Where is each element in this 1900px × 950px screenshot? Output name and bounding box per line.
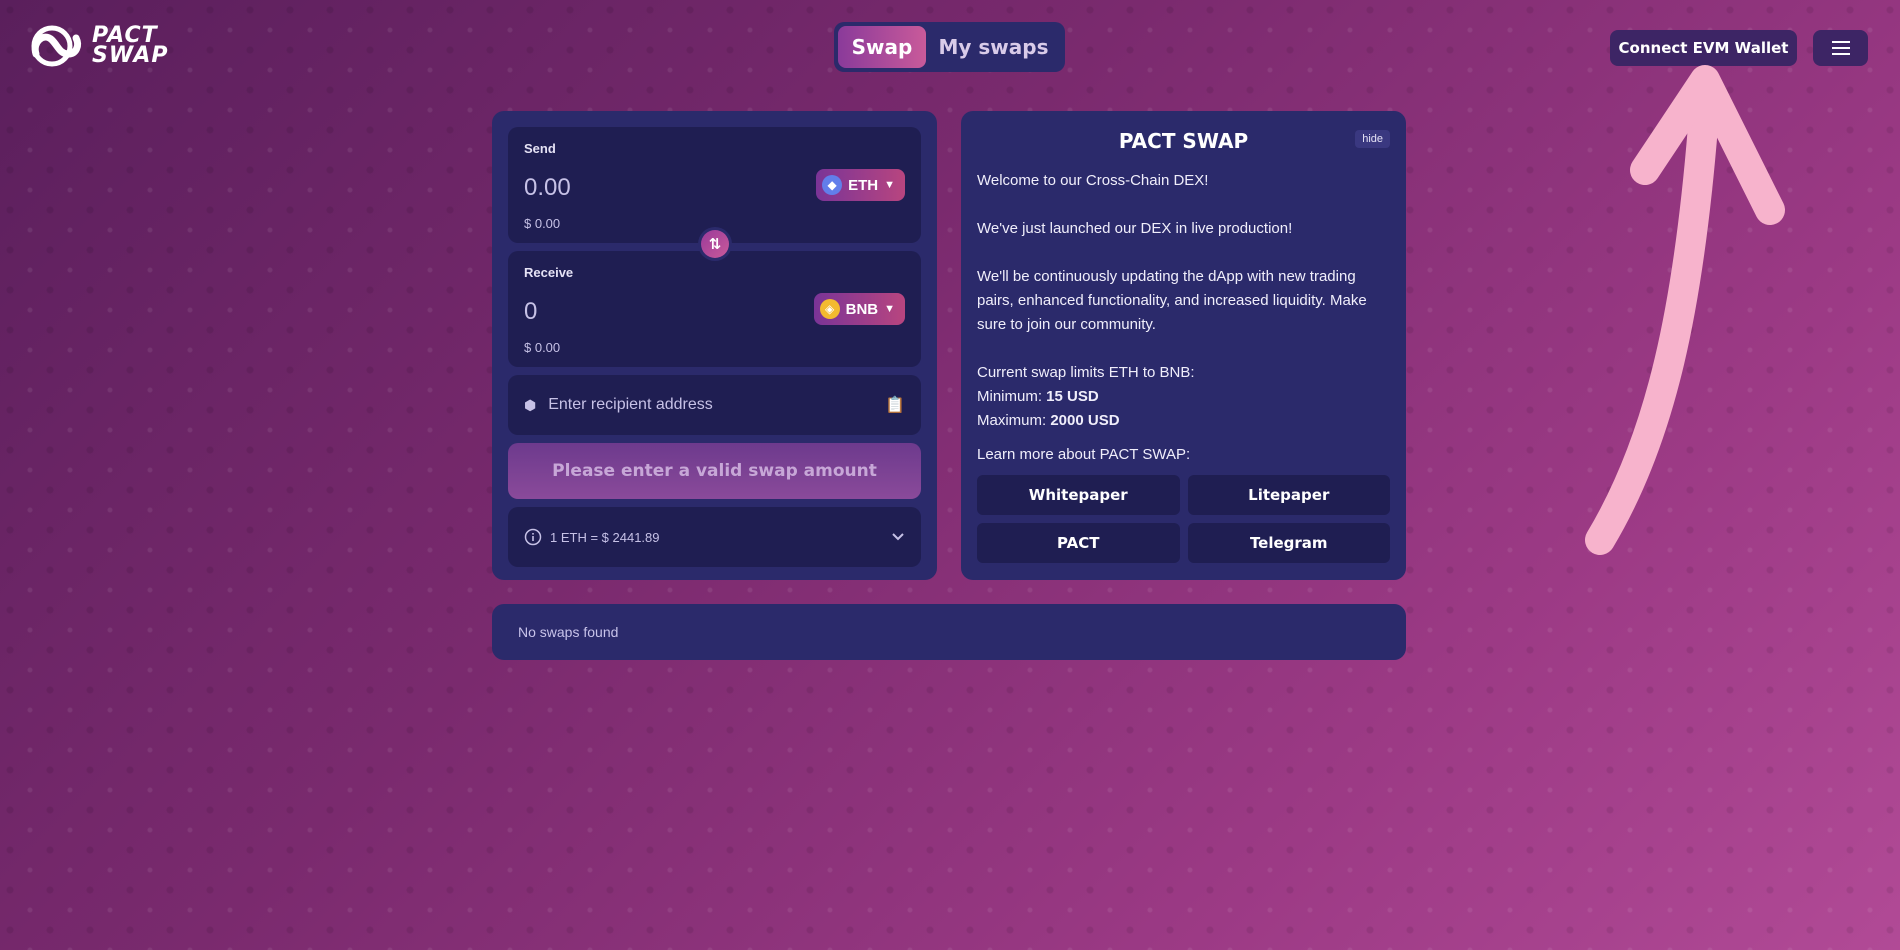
receive-label: Receive — [524, 265, 574, 280]
swap-panel: Send 0.00 $ 0.00 ◆ ETH ▼ ⇅ Receive 0 $ 0… — [492, 111, 937, 580]
logo-mark-icon — [31, 25, 82, 67]
bnb-icon: ◈ — [819, 299, 840, 319]
recipient-address-input[interactable] — [548, 396, 874, 414]
pact-button[interactable]: PACT — [977, 523, 1180, 563]
chevron-down-icon: ▼ — [884, 303, 895, 315]
learn-more-label: Learn more about PACT SWAP: — [977, 446, 1191, 463]
menu-button[interactable] — [1813, 30, 1868, 66]
info-title: PACT SWAP — [1118, 129, 1249, 153]
whitepaper-button[interactable]: Whitepaper — [977, 475, 1180, 515]
litepaper-button[interactable]: Litepaper — [1187, 475, 1390, 515]
brand-logo[interactable]: PACT SWAP — [30, 24, 168, 68]
recipient-field: ⬢ 📋 — [508, 375, 921, 435]
info-welcome: Welcome to our Cross-Chain DEX! — [977, 172, 1209, 189]
tab-swap[interactable]: Swap — [838, 26, 926, 68]
clipboard-icon[interactable]: 📋 — [885, 395, 905, 415]
pointer-arrow-icon — [1585, 65, 1785, 555]
limit-max: Maximum: 2000 USD — [977, 412, 1120, 429]
nav-tabs: Swap My swaps — [834, 22, 1065, 72]
tab-my-swaps[interactable]: My swaps — [926, 26, 1061, 68]
info-launched: We've just launched our DEX in live prod… — [977, 220, 1293, 237]
background-pattern — [0, 0, 1900, 950]
eth-icon: ◆ — [822, 175, 843, 195]
swap-history: No swaps found — [492, 604, 1406, 660]
no-swaps-text: No swaps found — [518, 624, 619, 640]
chevron-down-icon[interactable] — [891, 532, 905, 542]
info-panel: PACT SWAP hide Welcome to our Cross-Chai… — [961, 111, 1406, 580]
receive-token-selector[interactable]: ◈ BNB ▼ — [813, 293, 905, 325]
chevron-down-icon: ▼ — [884, 179, 895, 191]
rate-row[interactable]: 1 ETH = $ 2441.89 — [508, 507, 921, 567]
hide-button[interactable]: hide — [1355, 130, 1390, 148]
exchange-rate: 1 ETH = $ 2441.89 — [550, 529, 660, 545]
limits-heading: Current swap limits ETH to BNB: — [977, 364, 1195, 381]
send-card: Send 0.00 $ 0.00 ◆ ETH ▼ — [508, 127, 921, 243]
link-grid: Whitepaper Litepaper PACT Telegram — [977, 475, 1390, 563]
limit-min: Minimum: 15 USD — [977, 388, 1099, 405]
info-updates: We'll be continuously updating the dApp … — [977, 268, 1367, 333]
swap-arrows-icon: ⇅ — [708, 236, 722, 253]
cube-icon: ⬢ — [524, 396, 537, 413]
send-token-selector[interactable]: ◆ ETH ▼ — [816, 169, 905, 201]
info-icon — [524, 528, 542, 546]
send-label: Send — [524, 141, 556, 156]
logo-text: PACT SWAP — [92, 23, 169, 68]
receive-card: Receive 0 $ 0.00 ◈ BNB ▼ — [508, 251, 921, 367]
swap-limits: Current swap limits ETH to BNB: Minimum:… — [977, 361, 1390, 433]
receive-usd-value: $ 0.00 — [524, 340, 561, 355]
connect-wallet-button[interactable]: Connect EVM Wallet — [1610, 30, 1797, 66]
send-token-label: ETH — [848, 176, 879, 194]
receive-token-label: BNB — [845, 300, 879, 318]
hamburger-icon — [1831, 41, 1850, 55]
telegram-button[interactable]: Telegram — [1187, 523, 1390, 563]
submit-swap-button[interactable]: Please enter a valid swap amount — [508, 443, 921, 499]
info-body: Welcome to our Cross-Chain DEX! We've ju… — [977, 169, 1390, 467]
swap-direction-button[interactable]: ⇅ — [698, 227, 732, 261]
